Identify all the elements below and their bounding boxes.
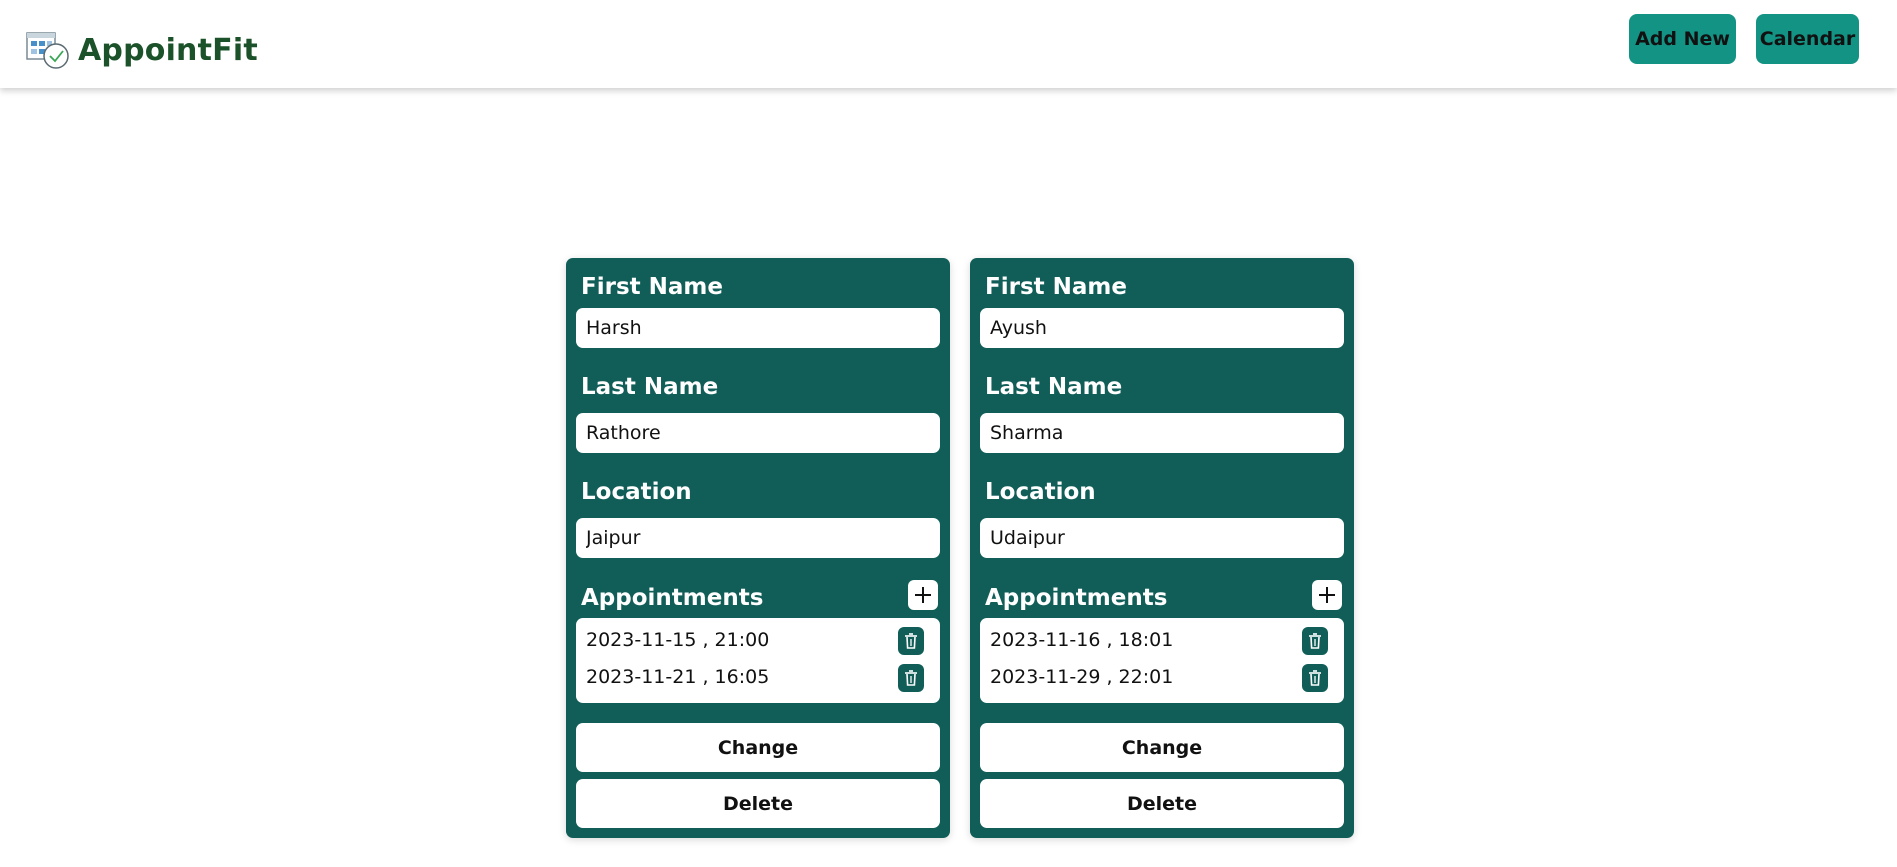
appointment-item: 2023-11-15 , 21:00	[576, 625, 940, 655]
appointment-item: 2023-11-29 , 22:01	[980, 662, 1344, 692]
appointment-datetime: 2023-11-16 , 18:01	[990, 629, 1174, 651]
change-button[interactable]: Change	[576, 723, 940, 772]
appointments-label: Appointments	[581, 585, 764, 611]
first-name-field[interactable]	[980, 308, 1344, 348]
delete-button[interactable]: Delete	[980, 779, 1344, 828]
add-new-button[interactable]: Add New	[1629, 14, 1736, 64]
trash-icon	[1309, 670, 1321, 686]
brand[interactable]: AppointFit	[26, 30, 258, 70]
contact-card: First Name Last Name Location Appointmen…	[970, 258, 1354, 838]
first-name-label: First Name	[581, 274, 723, 300]
trash-icon	[905, 670, 917, 686]
plus-icon	[1319, 587, 1335, 603]
appointment-datetime: 2023-11-21 , 16:05	[586, 666, 770, 688]
plus-icon	[915, 587, 931, 603]
calendar-clock-icon	[26, 32, 69, 69]
location-field[interactable]	[576, 518, 940, 558]
trash-icon	[1309, 633, 1321, 649]
last-name-label: Last Name	[581, 374, 719, 400]
appointment-datetime: 2023-11-15 , 21:00	[586, 629, 770, 651]
brand-name: AppointFit	[78, 32, 258, 68]
top-navbar: AppointFit Add New Calendar	[0, 0, 1897, 88]
appointment-list: 2023-11-15 , 21:00 2023-11-21 , 16:05	[576, 618, 940, 703]
calendar-button[interactable]: Calendar	[1756, 14, 1859, 64]
last-name-field[interactable]	[576, 413, 940, 453]
delete-appointment-button[interactable]	[1302, 664, 1328, 692]
delete-appointment-button[interactable]	[898, 627, 924, 655]
first-name-label: First Name	[985, 274, 1127, 300]
appointment-list: 2023-11-16 , 18:01 2023-11-29 , 22:01	[980, 618, 1344, 703]
location-label: Location	[985, 479, 1096, 505]
add-appointment-button[interactable]	[908, 580, 938, 610]
trash-icon	[905, 633, 917, 649]
appointment-item: 2023-11-16 , 18:01	[980, 625, 1344, 655]
appointment-item: 2023-11-21 , 16:05	[576, 662, 940, 692]
change-button[interactable]: Change	[980, 723, 1344, 772]
contact-card: First Name Last Name Location Appointmen…	[566, 258, 950, 838]
last-name-label: Last Name	[985, 374, 1123, 400]
location-label: Location	[581, 479, 692, 505]
delete-appointment-button[interactable]	[898, 664, 924, 692]
add-appointment-button[interactable]	[1312, 580, 1342, 610]
delete-button[interactable]: Delete	[576, 779, 940, 828]
location-field[interactable]	[980, 518, 1344, 558]
appointment-datetime: 2023-11-29 , 22:01	[990, 666, 1174, 688]
last-name-field[interactable]	[980, 413, 1344, 453]
appointments-label: Appointments	[985, 585, 1168, 611]
first-name-field[interactable]	[576, 308, 940, 348]
delete-appointment-button[interactable]	[1302, 627, 1328, 655]
